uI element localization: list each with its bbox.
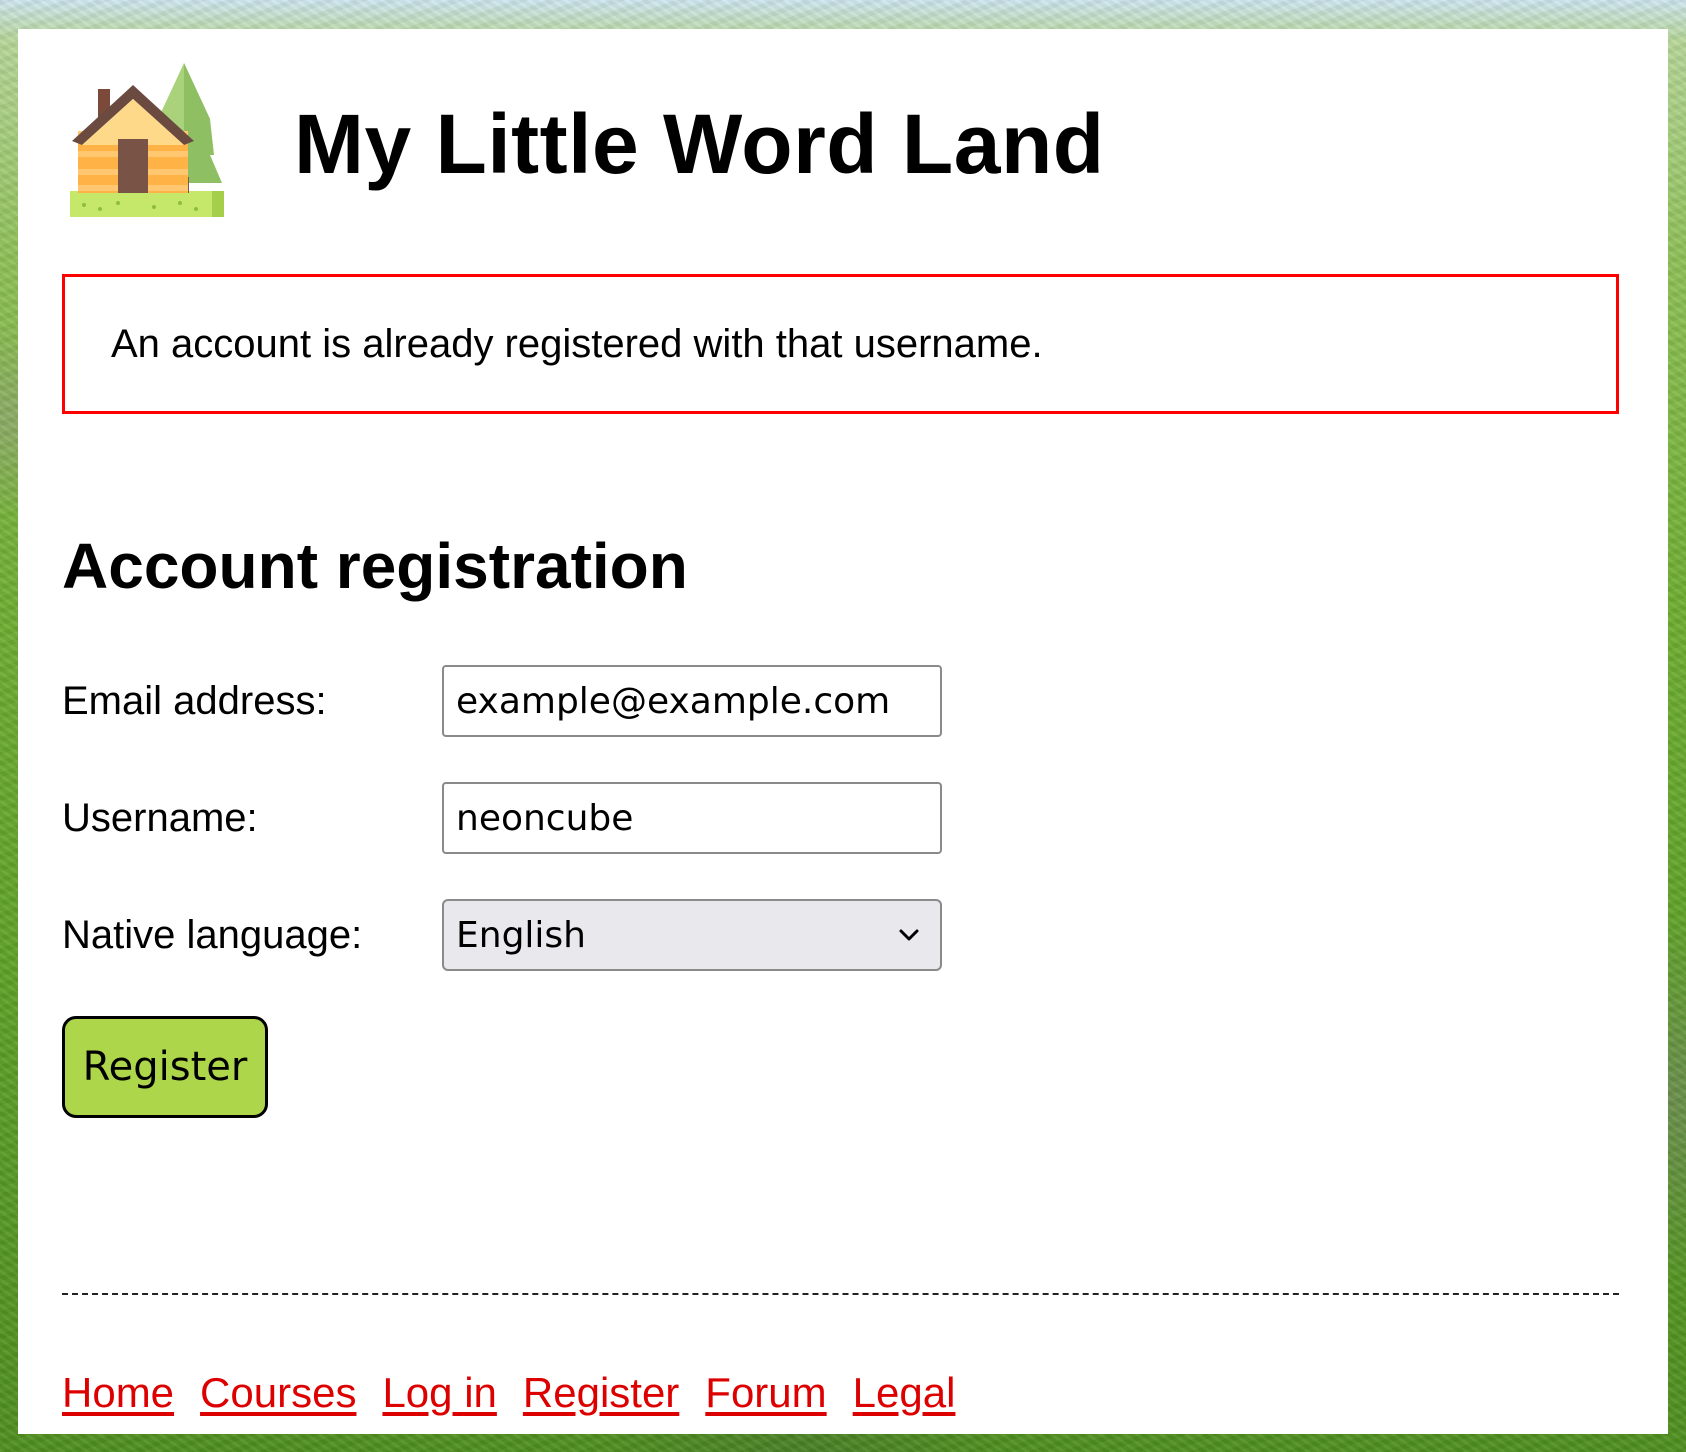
house-with-tree-icon: [70, 63, 224, 217]
username-label: Username:: [62, 795, 258, 840]
page-title: Account registration: [62, 530, 688, 602]
username-field[interactable]: [442, 782, 942, 854]
error-message: An account is already registered with th…: [111, 321, 1043, 366]
footer-link-log-in[interactable]: Log in: [382, 1369, 496, 1417]
error-alert: An account is already registered with th…: [62, 274, 1619, 414]
site-title: My Little Word Land: [294, 96, 1105, 191]
footer-link-legal[interactable]: Legal: [853, 1369, 956, 1417]
native-language-select[interactable]: English: [442, 899, 942, 971]
footer-link-forum[interactable]: Forum: [705, 1369, 826, 1417]
email-field[interactable]: [442, 665, 942, 737]
native-language-selected: English: [456, 914, 586, 956]
register-button[interactable]: Register: [62, 1016, 268, 1118]
footer-nav: Home Courses Log in Register Forum Legal: [62, 1369, 955, 1417]
native-language-label: Native language:: [62, 912, 363, 957]
footer-divider: [62, 1293, 1619, 1295]
main-panel: My Little Word Land An account is alread…: [18, 29, 1668, 1434]
footer-link-courses[interactable]: Courses: [200, 1369, 356, 1417]
footer-link-register[interactable]: Register: [523, 1369, 679, 1417]
native-language-row: Native language: English: [62, 899, 962, 971]
email-label: Email address:: [62, 678, 327, 723]
footer-link-home[interactable]: Home: [62, 1369, 174, 1417]
chevron-down-icon: [899, 929, 919, 941]
username-row: Username:: [62, 782, 962, 854]
email-row: Email address:: [62, 665, 962, 737]
site-header: My Little Word Land: [62, 49, 1105, 239]
